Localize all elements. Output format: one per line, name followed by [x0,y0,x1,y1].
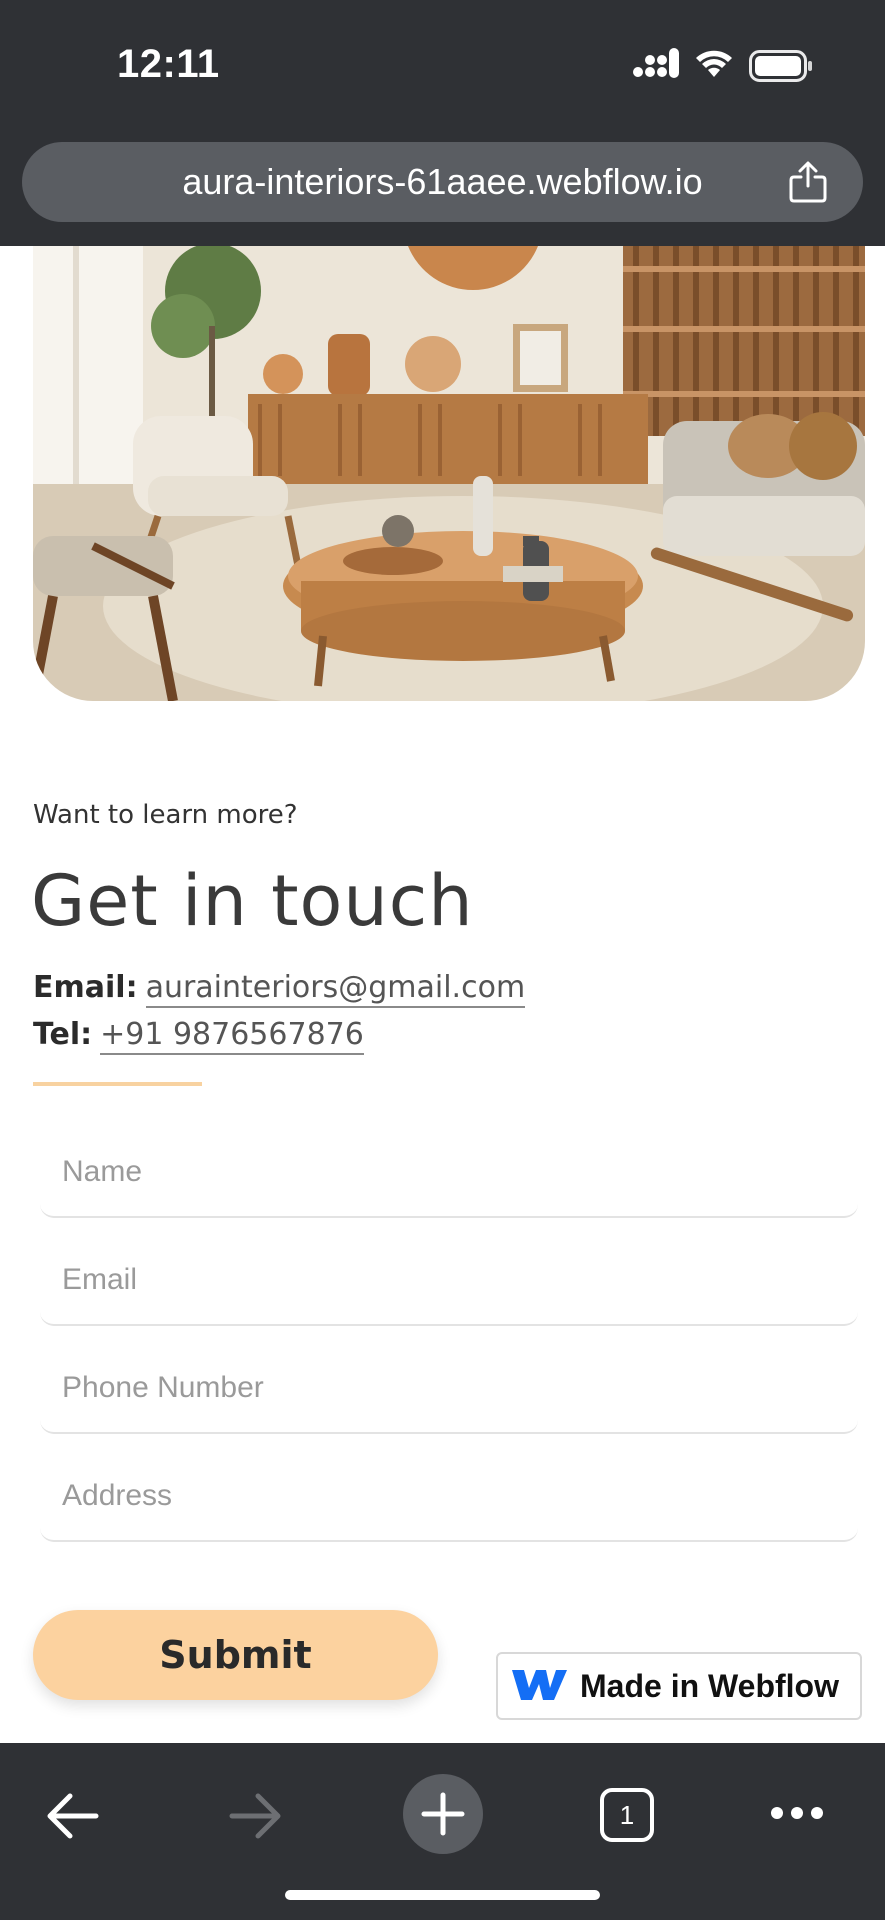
tab-count: 1 [619,1800,635,1830]
webflow-logo-icon [512,1670,567,1700]
wifi-icon [696,50,732,77]
address-bar[interactable]: aura-interiors-61aaee.webflow.io [22,142,863,222]
email-label: Email: [33,970,138,1005]
cellular-signal-icon [633,48,679,78]
phone-field-wrapper [40,1338,858,1434]
name-input[interactable] [60,1146,824,1198]
forward-arrow-icon[interactable] [228,1791,284,1841]
more-options-icon[interactable] [770,1803,824,1823]
email-field-wrapper [40,1230,858,1326]
new-tab-icon[interactable] [402,1773,484,1855]
address-field-wrapper [40,1446,858,1542]
tab-switcher-button[interactable]: 1 [599,1787,655,1843]
made-in-webflow-badge[interactable]: Made in Webflow [496,1652,862,1720]
status-icons [633,48,823,84]
status-time: 12:11 [117,42,220,86]
share-icon[interactable] [786,160,830,204]
section-heading: Get in touch [31,860,474,942]
email-line: Email: aurainteriors@gmail.com [33,970,526,1008]
hero-image [33,246,865,701]
browser-top-bar: 12:11 aura-interiors-61aaee.webflow.io [0,0,885,246]
battery-icon [749,50,812,82]
tel-label: Tel: [33,1017,93,1052]
home-indicator [285,1890,600,1900]
submit-button[interactable]: Submit [33,1610,438,1700]
back-arrow-icon[interactable] [44,1791,100,1841]
phone-input[interactable] [60,1362,824,1414]
url-text: aura-interiors-61aaee.webflow.io [182,161,703,202]
tel-line: Tel: +91 9876567876 [33,1017,364,1055]
name-field-wrapper [40,1122,858,1218]
email-link[interactable]: aurainteriors@gmail.com [145,970,526,1008]
badge-label: Made in Webflow [580,1668,839,1704]
email-input[interactable] [60,1254,824,1306]
accent-divider [33,1082,202,1086]
section-kicker: Want to learn more? [33,800,298,830]
tel-link[interactable]: +91 9876567876 [100,1017,364,1055]
address-input[interactable] [60,1470,824,1522]
